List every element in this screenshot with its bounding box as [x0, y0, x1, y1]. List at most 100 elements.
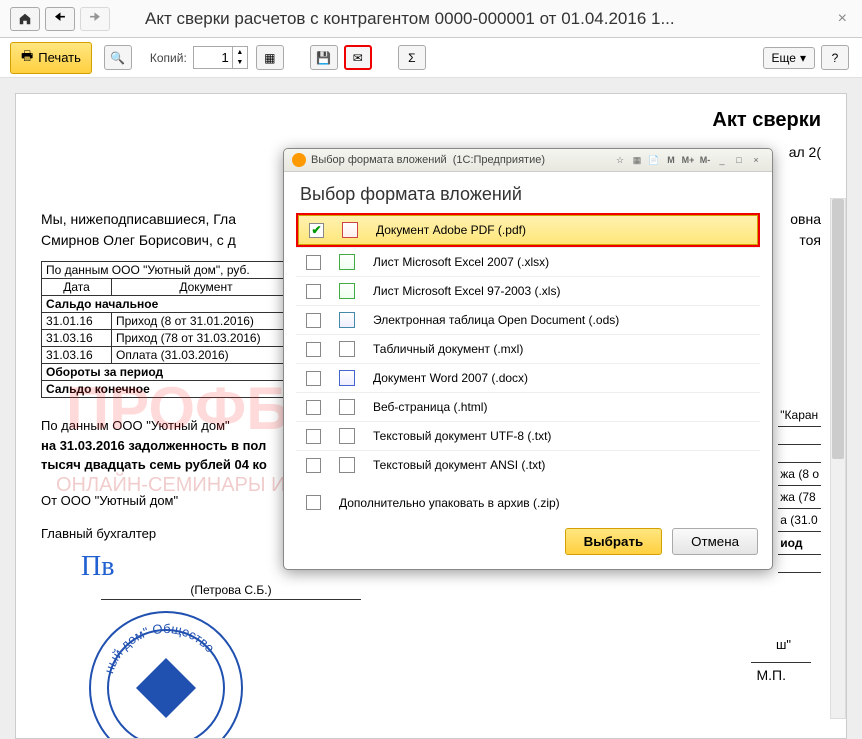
checkbox[interactable]: [306, 495, 321, 510]
checkbox[interactable]: [306, 429, 321, 444]
spinner-down-icon[interactable]: ▼: [233, 58, 247, 69]
checkbox[interactable]: [306, 342, 321, 357]
format-option[interactable]: Текстовый документ ANSI (.txt): [296, 450, 760, 479]
cell-date: 31.03.16: [42, 347, 112, 364]
titlebar-minimize-icon[interactable]: _: [714, 153, 730, 167]
table-caption: По данным ООО "Уютный дом", руб.: [42, 262, 301, 279]
back-button[interactable]: 🠈: [45, 7, 75, 31]
titlebar-m-minus-button[interactable]: M-: [697, 153, 713, 167]
preview-button[interactable]: 🔍: [104, 45, 132, 70]
toolbar: 🖶 Печать 🔍 Копий: ▲▼ ▦ 💾 ✉ Σ Еще ▾ ?: [0, 38, 862, 78]
format-list-highlighted: Документ Adobe PDF (.pdf): [296, 213, 760, 247]
checkbox[interactable]: [306, 284, 321, 299]
cell-doc: Приход (8 от 31.01.2016): [112, 313, 301, 330]
help-button[interactable]: ?: [821, 45, 849, 70]
xls-icon: [339, 283, 355, 299]
copies-label: Копий:: [150, 51, 187, 65]
titlebar-buttons: ☆ ▦ 📄 M M+ M- _ □ ×: [612, 153, 764, 167]
cancel-button[interactable]: Отмена: [672, 528, 758, 555]
grid-icon: ▦: [264, 51, 275, 65]
txt-icon: [339, 428, 355, 444]
doc-line-fragment: овна: [790, 209, 821, 230]
titlebar-m-button[interactable]: M: [663, 153, 679, 167]
more-button[interactable]: Еще ▾: [763, 47, 815, 69]
col-doc-header: Документ: [112, 279, 301, 296]
close-icon[interactable]: ×: [833, 10, 852, 28]
doc-line: тысяч двадцать семь рублей 04 ко: [41, 457, 267, 472]
template-button[interactable]: ▦: [256, 45, 284, 70]
home-button[interactable]: [10, 7, 40, 31]
zip-label: Дополнительно упаковать в архив (.zip): [339, 496, 560, 510]
titlebar-icon[interactable]: ▦: [629, 153, 645, 167]
select-button[interactable]: Выбрать: [565, 528, 663, 555]
checkbox[interactable]: [306, 400, 321, 415]
checkbox[interactable]: [306, 371, 321, 386]
scrollbar-thumb[interactable]: [832, 199, 844, 459]
xlsx-icon: [339, 254, 355, 270]
copies-spinner[interactable]: ▲▼: [233, 46, 248, 69]
fragment-line: иод: [778, 532, 821, 555]
html-icon: [339, 399, 355, 415]
dialog-window-title: Выбор формата вложений (1С:Предприятие): [311, 154, 612, 166]
chevron-down-icon: ▾: [800, 51, 806, 65]
titlebar-icon[interactable]: ☆: [612, 153, 628, 167]
dialog-titlebar[interactable]: Выбор формата вложений (1С:Предприятие) …: [284, 149, 772, 172]
format-option[interactable]: Документ Word 2007 (.docx): [296, 363, 760, 392]
app-icon: [292, 153, 306, 167]
titlebar-maximize-icon[interactable]: □: [731, 153, 747, 167]
forward-button[interactable]: 🠊: [80, 7, 110, 31]
fragment-line: [778, 555, 821, 573]
ods-icon: [339, 312, 355, 328]
stamp-label: М.П.: [756, 667, 786, 683]
dialog-footer: Выбрать Отмена: [284, 520, 772, 569]
window-title: Акт сверки расчетов с контрагентом 0000-…: [145, 9, 833, 29]
floppy-icon: 💾: [316, 51, 331, 65]
fragment-line: "Каран: [778, 404, 821, 427]
more-label: Еще: [772, 51, 796, 65]
format-option[interactable]: Документ Adobe PDF (.pdf): [298, 215, 758, 245]
titlebar-close-icon[interactable]: ×: [748, 153, 764, 167]
titlebar-m-plus-button[interactable]: M+: [680, 153, 696, 167]
format-option[interactable]: Лист Microsoft Excel 2007 (.xlsx): [296, 247, 760, 276]
format-label: Табличный документ (.mxl): [373, 342, 523, 356]
save-button[interactable]: 💾: [310, 45, 338, 70]
top-navigation-bar: 🠈 🠊 Акт сверки расчетов с контрагентом 0…: [0, 0, 862, 38]
printer-icon: 🖶: [21, 47, 33, 69]
checkbox[interactable]: [306, 313, 321, 328]
print-button[interactable]: 🖶 Печать: [10, 42, 92, 74]
fragment-line: [778, 445, 821, 463]
format-label: Текстовый документ UTF-8 (.txt): [373, 429, 551, 443]
checkbox[interactable]: [306, 458, 321, 473]
doc-line: По данным ООО "Уютный дом": [41, 418, 230, 433]
spinner-up-icon[interactable]: ▲: [233, 47, 247, 58]
format-option[interactable]: Табличный документ (.mxl): [296, 334, 760, 363]
doc-line: Смирнов Олег Борисович, с д: [41, 232, 236, 248]
row-turnover: Обороты за период: [42, 364, 301, 381]
zip-option[interactable]: Дополнительно упаковать в архив (.zip): [284, 479, 772, 520]
vertical-scrollbar[interactable]: [830, 198, 846, 719]
checkbox[interactable]: [309, 223, 324, 238]
email-button[interactable]: ✉: [344, 45, 372, 70]
format-option[interactable]: Электронная таблица Open Document (.ods): [296, 305, 760, 334]
copies-input[interactable]: [193, 46, 233, 69]
table-row: 31.03.16Оплата (31.03.2016): [42, 347, 301, 364]
doc-sh-fragment: ш": [776, 637, 791, 652]
sum-button[interactable]: Σ: [398, 45, 426, 70]
format-option[interactable]: Веб-страница (.html): [296, 392, 760, 421]
doc-heading-fragment: Акт сверки: [712, 109, 821, 132]
col-date-header: Дата: [42, 279, 112, 296]
format-option[interactable]: Лист Microsoft Excel 97-2003 (.xls): [296, 276, 760, 305]
cell-date: 31.03.16: [42, 330, 112, 347]
cell-doc: Приход (78 от 31.03.2016): [112, 330, 301, 347]
format-label: Документ Adobe PDF (.pdf): [376, 223, 526, 237]
checkbox[interactable]: [306, 255, 321, 270]
row-opening-balance: Сальдо начальное: [42, 296, 301, 313]
doc-line: на 31.03.2016 задолженность в пол: [41, 438, 266, 453]
format-label: Веб-страница (.html): [373, 400, 487, 414]
format-option[interactable]: Текстовый документ UTF-8 (.txt): [296, 421, 760, 450]
format-label: Текстовый документ ANSI (.txt): [373, 458, 545, 472]
signature-name: (Петрова С.Б.): [101, 583, 361, 600]
titlebar-icon[interactable]: 📄: [646, 153, 662, 167]
reconciliation-table: По данным ООО "Уютный дом", руб. ДатаДок…: [41, 261, 301, 398]
doc-text-fragment: ал 2(: [789, 144, 821, 160]
